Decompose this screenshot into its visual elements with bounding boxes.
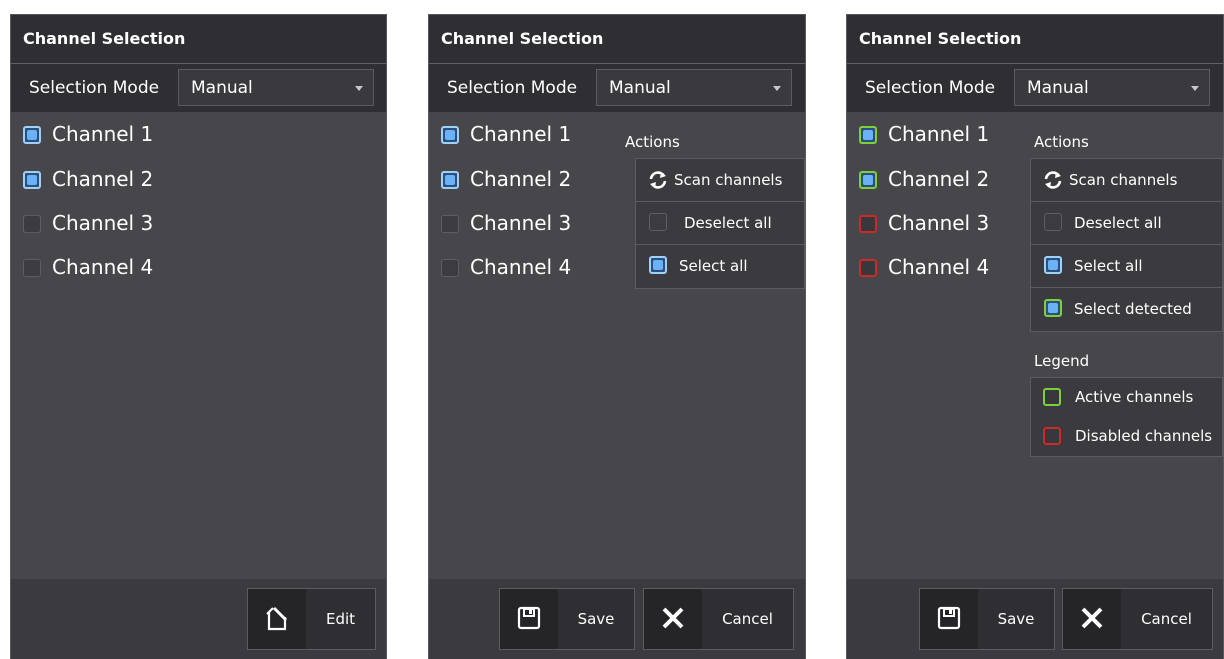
refresh-icon xyxy=(1043,170,1063,194)
dropdown-caret-icon xyxy=(773,86,781,91)
channel-label: Channel 1 xyxy=(888,122,990,146)
cancel-button[interactable]: Cancel xyxy=(643,588,794,650)
close-icon xyxy=(644,589,702,649)
channel-label: Channel 3 xyxy=(888,211,990,235)
save-button[interactable]: Save xyxy=(499,588,635,650)
select-all-button[interactable]: Select all xyxy=(1031,245,1222,288)
save-icon xyxy=(920,589,978,649)
selection-mode-label: Selection Mode xyxy=(29,78,160,98)
legend-active-label: Active channels xyxy=(1075,388,1194,406)
channel-label: Channel 2 xyxy=(888,167,990,191)
checkbox-icon xyxy=(23,259,41,277)
save-label: Save xyxy=(577,610,615,628)
checkbox-icon xyxy=(859,171,877,189)
checkbox-icon xyxy=(441,259,459,277)
checkbox-icon xyxy=(23,171,41,189)
channel-label: Channel 4 xyxy=(52,255,154,279)
select-all-label: Select all xyxy=(679,257,748,275)
selection-mode-value: Manual xyxy=(1027,78,1089,98)
actions-menu: Scan channels Deselect all Select all Se… xyxy=(1030,158,1223,332)
checkbox-icon xyxy=(1044,213,1062,231)
deselect-all-label: Deselect all xyxy=(684,214,772,232)
save-label: Save xyxy=(997,610,1035,628)
selection-mode-dropdown[interactable]: Manual xyxy=(596,69,792,106)
channel-label: Channel 2 xyxy=(52,167,154,191)
checkbox-icon xyxy=(1044,256,1062,274)
selection-mode-value: Manual xyxy=(609,78,671,98)
channel-label: Channel 3 xyxy=(470,211,572,235)
selection-mode-value: Manual xyxy=(191,78,253,98)
scan-channels-label: Scan channels xyxy=(674,171,783,189)
deselect-all-button[interactable]: Deselect all xyxy=(1031,202,1222,245)
actions-heading: Actions xyxy=(1034,133,1089,151)
active-swatch-icon xyxy=(1043,388,1061,406)
checkbox-icon xyxy=(441,171,459,189)
channel-label: Channel 1 xyxy=(52,122,154,146)
edit-icon xyxy=(248,589,306,649)
actions-menu: Scan channels Deselect all Select all xyxy=(635,158,805,289)
refresh-icon xyxy=(648,170,668,194)
disabled-swatch-icon xyxy=(1043,427,1061,445)
checkbox-icon xyxy=(1044,299,1062,317)
select-all-button[interactable]: Select all xyxy=(636,245,804,288)
panel-footer: Edit xyxy=(11,579,386,659)
legend-heading: Legend xyxy=(1034,352,1090,370)
panel-footer: Save Cancel xyxy=(429,579,805,659)
legend-disabled-label: Disabled channels xyxy=(1075,427,1213,445)
selection-mode-dropdown[interactable]: Manual xyxy=(178,69,374,106)
selection-mode-row: Selection Mode Manual xyxy=(847,64,1223,112)
legend-item-active: Active channels xyxy=(1031,378,1222,417)
checkbox-icon xyxy=(649,256,667,274)
checkbox-icon xyxy=(23,126,41,144)
panel-footer: Save Cancel xyxy=(847,579,1223,659)
selection-mode-row: Selection Mode Manual xyxy=(429,64,805,112)
selection-mode-dropdown[interactable]: Manual xyxy=(1014,69,1210,106)
checkbox-icon xyxy=(441,215,459,233)
cancel-button[interactable]: Cancel xyxy=(1062,588,1213,650)
scan-channels-button[interactable]: Scan channels xyxy=(1031,159,1222,202)
legend-box: Active channels Disabled channels xyxy=(1030,377,1223,457)
channel-label: Channel 4 xyxy=(470,255,572,279)
panel-header: Channel Selection xyxy=(11,15,386,64)
select-detected-label: Select detected xyxy=(1074,300,1192,318)
checkbox-icon xyxy=(859,259,877,277)
channel-selection-panel: Channel Selection Selection Mode Manual … xyxy=(10,14,387,659)
save-button[interactable]: Save xyxy=(919,588,1055,650)
checkbox-icon xyxy=(859,215,877,233)
legend-item-disabled: Disabled channels xyxy=(1031,417,1222,456)
selection-mode-row: Selection Mode Manual xyxy=(11,64,386,112)
cancel-label: Cancel xyxy=(1141,610,1192,628)
selection-mode-label: Selection Mode xyxy=(447,78,578,98)
channel-selection-panel: Channel Selection Selection Mode Manual … xyxy=(428,14,806,659)
selection-mode-label: Selection Mode xyxy=(865,78,996,98)
channel-selection-panel: Channel Selection Selection Mode Manual … xyxy=(846,14,1224,659)
dropdown-caret-icon xyxy=(355,86,363,91)
panel-title: Channel Selection xyxy=(23,29,186,48)
deselect-all-label: Deselect all xyxy=(1074,214,1162,232)
checkbox-icon xyxy=(649,213,667,231)
edit-label: Edit xyxy=(325,610,356,628)
close-icon xyxy=(1063,589,1121,649)
panel-title: Channel Selection xyxy=(441,29,604,48)
select-all-label: Select all xyxy=(1074,257,1143,275)
save-icon xyxy=(500,589,558,649)
scan-channels-button[interactable]: Scan channels xyxy=(636,159,804,202)
deselect-all-button[interactable]: Deselect all xyxy=(636,202,804,245)
channel-label: Channel 4 xyxy=(888,255,990,279)
actions-heading: Actions xyxy=(625,133,680,151)
scan-channels-label: Scan channels xyxy=(1069,171,1178,189)
edit-button[interactable]: Edit xyxy=(247,588,376,650)
dropdown-caret-icon xyxy=(1191,86,1199,91)
panel-title: Channel Selection xyxy=(859,29,1022,48)
channel-label: Channel 1 xyxy=(470,122,572,146)
channel-label: Channel 3 xyxy=(52,211,154,235)
checkbox-icon xyxy=(859,126,877,144)
panel-header: Channel Selection xyxy=(429,15,805,64)
channel-label: Channel 2 xyxy=(470,167,572,191)
select-detected-button[interactable]: Select detected xyxy=(1031,288,1222,331)
panel-header: Channel Selection xyxy=(847,15,1223,64)
cancel-label: Cancel xyxy=(722,610,773,628)
checkbox-icon xyxy=(441,126,459,144)
checkbox-icon xyxy=(23,215,41,233)
